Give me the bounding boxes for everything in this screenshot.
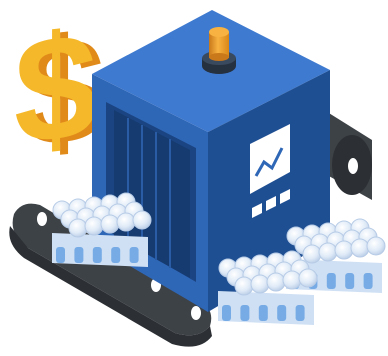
bottle-cap [68,218,88,238]
dollar-sign-icon: $ $ [14,0,105,179]
svg-text:$: $ [14,0,97,176]
bottle-cap [250,274,270,294]
bottle-cap [266,272,286,292]
bottle-liquid [363,273,373,289]
bottle-liquid [129,247,139,263]
bottle-cap [298,268,318,288]
bottle-liquid [240,305,250,321]
bottle-cap [350,238,370,258]
bottle-cap [302,244,322,264]
bottle-cap [100,214,120,234]
bottle-cap [318,242,338,262]
bottle-liquid [92,247,102,263]
bottle-liquid [222,305,231,321]
bottle-liquid [56,247,65,263]
bottle-liquid [258,305,268,321]
bottle-cap [84,216,104,236]
bottle-cap [132,210,152,230]
production-line-illustration: $ $ [9,0,386,347]
bottle-cap [234,276,254,296]
bottle-liquid [277,305,287,321]
bottle-liquid [326,273,336,289]
bottle-cap [366,236,386,256]
bottle-cap [334,240,354,260]
bottle-liquid [74,247,84,263]
bottle-liquid [345,273,355,289]
bottle-cap [282,270,302,290]
bottle-liquid [295,305,305,321]
bottle-cap [116,212,136,232]
bottle-liquid [111,247,121,263]
